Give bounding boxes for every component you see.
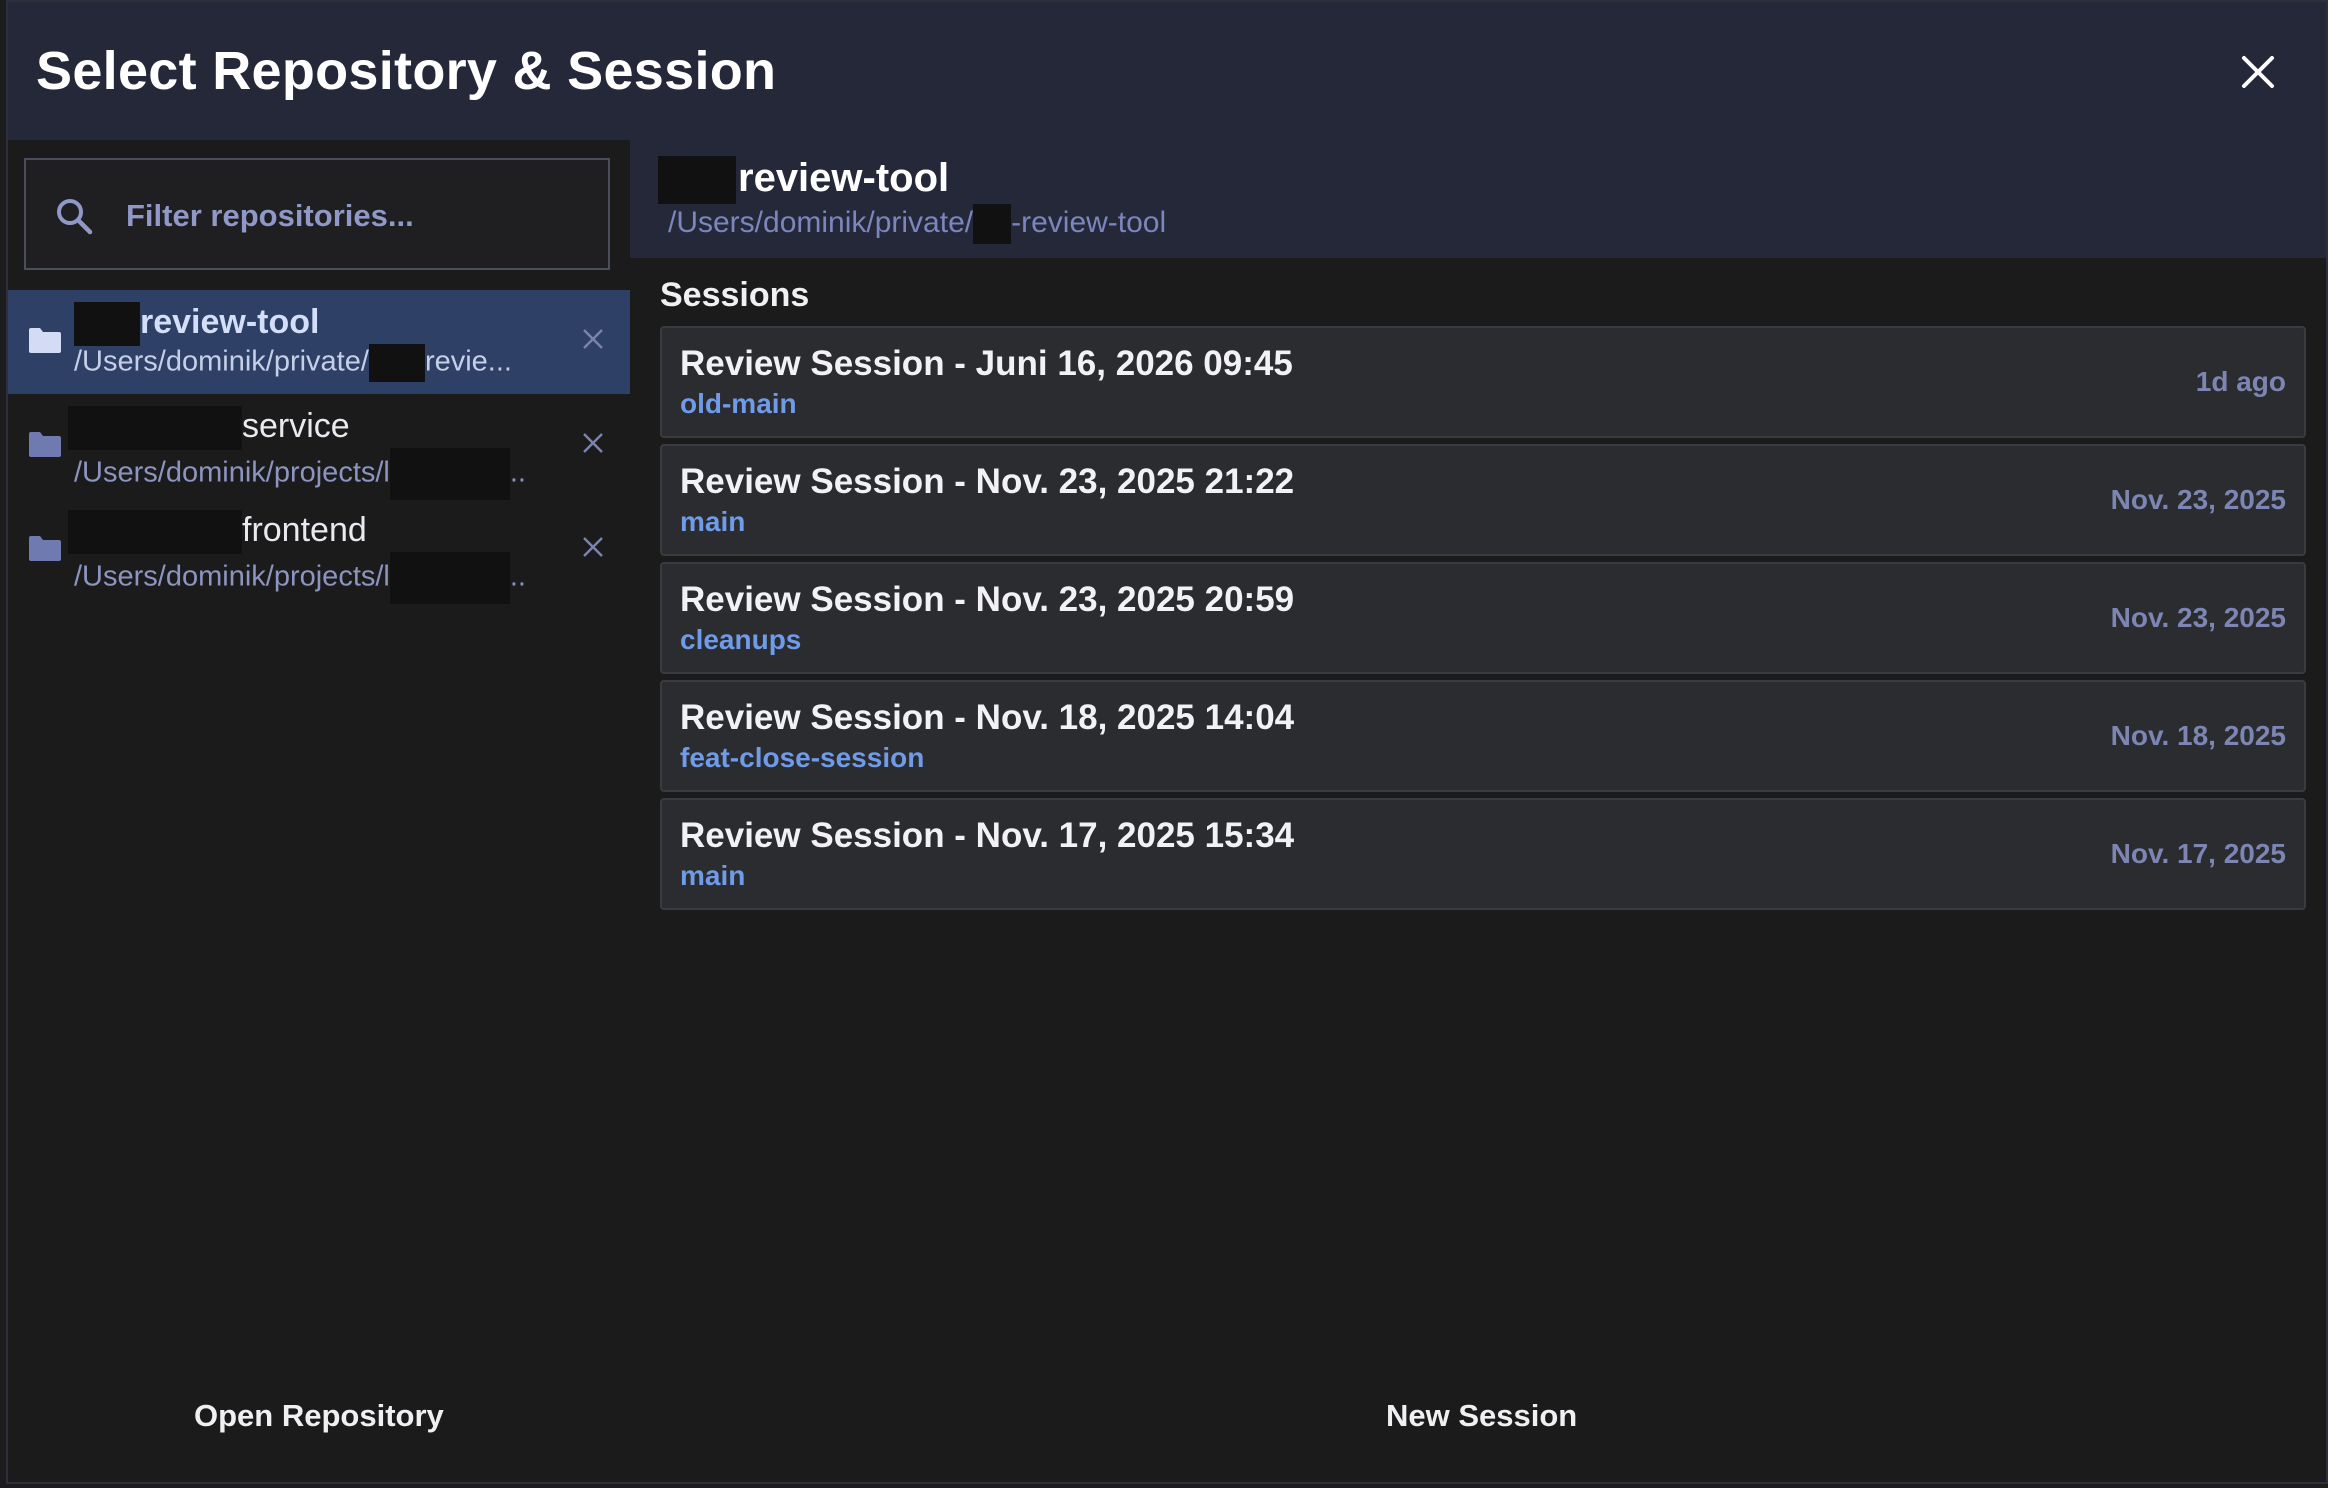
repository-name-text: review-tool [140,302,320,341]
repository-path-prefix: /Users/dominik/projects/l [74,456,390,489]
repository-path: /Users/dominik/projects/l.. [74,552,574,604]
session-title: Review Session - Nov. 18, 2025 14:04 [680,698,1295,737]
redacted-block [973,204,1012,244]
session-date: Nov. 18, 2025 [2110,720,2286,751]
dialog-title: Select Repository & Session [36,41,777,101]
redacted-block [389,448,510,500]
close-icon [2242,56,2274,88]
repository-sidebar: review-tool /Users/dominik/private/revie… [8,140,630,1482]
redacted-block [658,156,736,205]
repository-path-suffix: .. [509,560,526,593]
redacted-block [389,552,510,604]
repository-path-prefix: /Users/dominik/private/ [74,345,369,378]
repository-list: review-tool /Users/dominik/private/revie… [8,290,630,604]
repository-name: frontend [68,510,367,554]
repository-path-suffix: .. [509,456,526,489]
session-branch: main [680,860,746,891]
folder-icon [29,328,61,353]
redacted-block [74,302,140,346]
remove-icon[interactable] [580,326,606,352]
session-branch: feat-close-session [680,742,925,773]
sessions-heading: Sessions [660,276,810,314]
selected-repository-name: review-tool [658,156,950,205]
repository-path: /Users/dominik/projects/l.. [74,448,574,500]
repository-path: /Users/dominik/private/revie... [74,344,574,382]
session-branch: cleanups [680,624,802,655]
redacted-block [68,510,242,554]
close-button[interactable] [2236,50,2280,94]
session-title: Review Session - Juni 16, 2026 09:45 [680,344,1293,383]
repository-name-text: frontend [242,510,367,549]
selected-repository-path-prefix: /Users/dominik/private/ [668,205,974,239]
session-title: Review Session - Nov. 17, 2025 15:34 [680,816,1295,855]
session-item[interactable]: Review Session - Juni 16, 2026 09:45 old… [660,326,2306,438]
session-date: Nov. 23, 2025 [2110,484,2286,515]
session-title: Review Session - Nov. 23, 2025 20:59 [680,580,1295,619]
selected-repository-name-text: review-tool [738,156,950,200]
session-date: Nov. 17, 2025 [2110,838,2286,869]
remove-icon[interactable] [580,430,606,456]
search-icon [57,199,93,235]
session-date: 1d ago [2195,366,2286,397]
redacted-block [68,406,242,450]
folder-icon [29,536,61,561]
dialog-header: Select Repository & Session [8,2,2326,140]
session-item[interactable]: Review Session - Nov. 23, 2025 20:59 cle… [660,562,2306,674]
session-list: Review Session - Juni 16, 2026 09:45 old… [660,326,2306,916]
repository-name: service [68,406,350,450]
session-title: Review Session - Nov. 23, 2025 21:22 [680,462,1295,501]
session-item[interactable]: Review Session - Nov. 17, 2025 15:34 mai… [660,798,2306,910]
folder-icon [29,432,61,457]
session-date: Nov. 23, 2025 [2110,602,2286,633]
redacted-block [368,344,425,382]
selected-repository-path: /Users/dominik/private/ -review-tool [668,204,1166,244]
selected-repository-path-suffix: -review-tool [1011,205,1167,239]
repository-name: review-tool [74,302,319,346]
session-branch: main [680,506,746,537]
select-repository-dialog: Select Repository & Session review-tool … [6,0,2328,1484]
new-session-button[interactable]: New Session [1386,1398,1577,1434]
repository-name-text: service [242,406,350,445]
repository-path-prefix: /Users/dominik/projects/l [74,560,390,593]
repository-item[interactable]: service /Users/dominik/projects/l.. [8,394,630,500]
repository-path-suffix: revie... [424,345,512,378]
repository-item[interactable]: frontend /Users/dominik/projects/l.. [8,498,630,604]
selected-repository-header: review-tool /Users/dominik/private/ -revi… [630,140,2326,258]
repository-filter[interactable] [24,158,610,270]
session-item[interactable]: Review Session - Nov. 23, 2025 21:22 mai… [660,444,2306,556]
session-item[interactable]: Review Session - Nov. 18, 2025 14:04 fea… [660,680,2306,792]
repository-item[interactable]: review-tool /Users/dominik/private/revie… [8,290,630,394]
filter-repositories-input[interactable] [126,188,586,244]
session-branch: old-main [680,388,797,419]
open-repository-button[interactable]: Open Repository [194,1398,444,1434]
remove-icon[interactable] [580,534,606,560]
